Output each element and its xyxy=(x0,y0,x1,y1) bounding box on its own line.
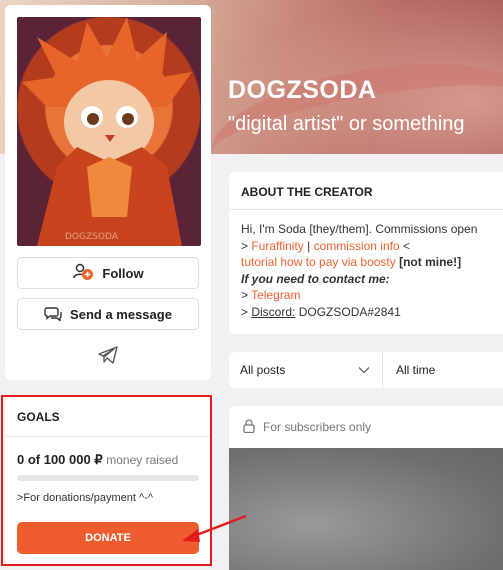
lock-icon xyxy=(243,418,255,436)
tutorial-link[interactable]: tutorial how to pay via boosty xyxy=(241,255,396,269)
about-line-telegram: > Telegram xyxy=(241,288,301,302)
about-line-tutorial: tutorial how to pay via boosty [not mine… xyxy=(241,254,497,271)
avatar: DOGZSODA xyxy=(17,17,201,246)
furaffinity-link[interactable]: Furaffinity xyxy=(251,239,303,253)
post-header: For subscribers only xyxy=(229,406,503,448)
about-line-discord: > Discord: DOGZSODA#2841 xyxy=(241,304,401,319)
goals-amount: 0 of 100 000 ₽ money raised xyxy=(17,452,178,468)
discord-value: DOGZSODA#2841 xyxy=(298,304,401,319)
goals-amount-value: 0 of 100 000 ₽ xyxy=(17,452,103,467)
goal-progress-bar xyxy=(17,475,199,481)
about-title: ABOUT THE CREATOR xyxy=(229,172,503,210)
send-message-label: Send a message xyxy=(70,306,172,322)
not-mine-note: [not mine!] xyxy=(399,255,462,269)
chat-icon xyxy=(44,305,62,324)
time-filter-label: All time xyxy=(396,363,436,377)
goals-raised-label: money raised xyxy=(106,453,179,467)
about-line-intro: Hi, I'm Soda [they/them]. Commissions op… xyxy=(241,222,478,236)
discord-label: Discord: xyxy=(251,304,296,319)
post-card[interactable]: For subscribers only xyxy=(229,406,503,570)
post-blurred-image xyxy=(229,448,503,570)
chevron-down-icon xyxy=(358,363,370,377)
about-description: Hi, I'm Soda [they/them]. Commissions op… xyxy=(229,210,503,331)
avatar-watermark: DOGZSODA xyxy=(65,232,118,242)
time-filter-dropdown[interactable]: All time xyxy=(383,363,435,377)
telegram-icon[interactable] xyxy=(97,345,119,365)
follow-button[interactable]: Follow xyxy=(17,257,199,289)
subscribers-only-label: For subscribers only xyxy=(263,420,372,434)
telegram-link[interactable]: Telegram xyxy=(251,288,300,302)
about-creator-card: ABOUT THE CREATOR Hi, I'm Soda [they/the… xyxy=(229,172,503,334)
post-filter-bar: All posts All time xyxy=(229,352,503,388)
posts-filter-dropdown[interactable]: All posts xyxy=(229,352,383,388)
link-separator: | xyxy=(307,238,311,253)
commission-info-link[interactable]: commission info xyxy=(314,239,400,253)
profile-card: DOGZSODA Follow Send a message xyxy=(5,5,211,380)
goals-description: >For donations/payment ^-^ xyxy=(17,492,153,504)
about-line-links: > Furaffinity | commission info < xyxy=(241,238,410,253)
annotation-arrow xyxy=(182,514,247,542)
send-message-button[interactable]: Send a message xyxy=(17,298,199,330)
contact-heading: If you need to contact me: xyxy=(241,271,390,286)
follow-label: Follow xyxy=(102,265,144,281)
goals-title: GOALS xyxy=(5,397,211,437)
avatar-artwork xyxy=(22,17,192,246)
creator-tagline: "digital artist" or something xyxy=(228,113,465,135)
add-user-icon xyxy=(72,263,94,284)
posts-filter-label: All posts xyxy=(240,363,286,377)
donate-button[interactable]: DONATE xyxy=(17,522,199,554)
creator-name: DOGZSODA xyxy=(228,76,377,104)
